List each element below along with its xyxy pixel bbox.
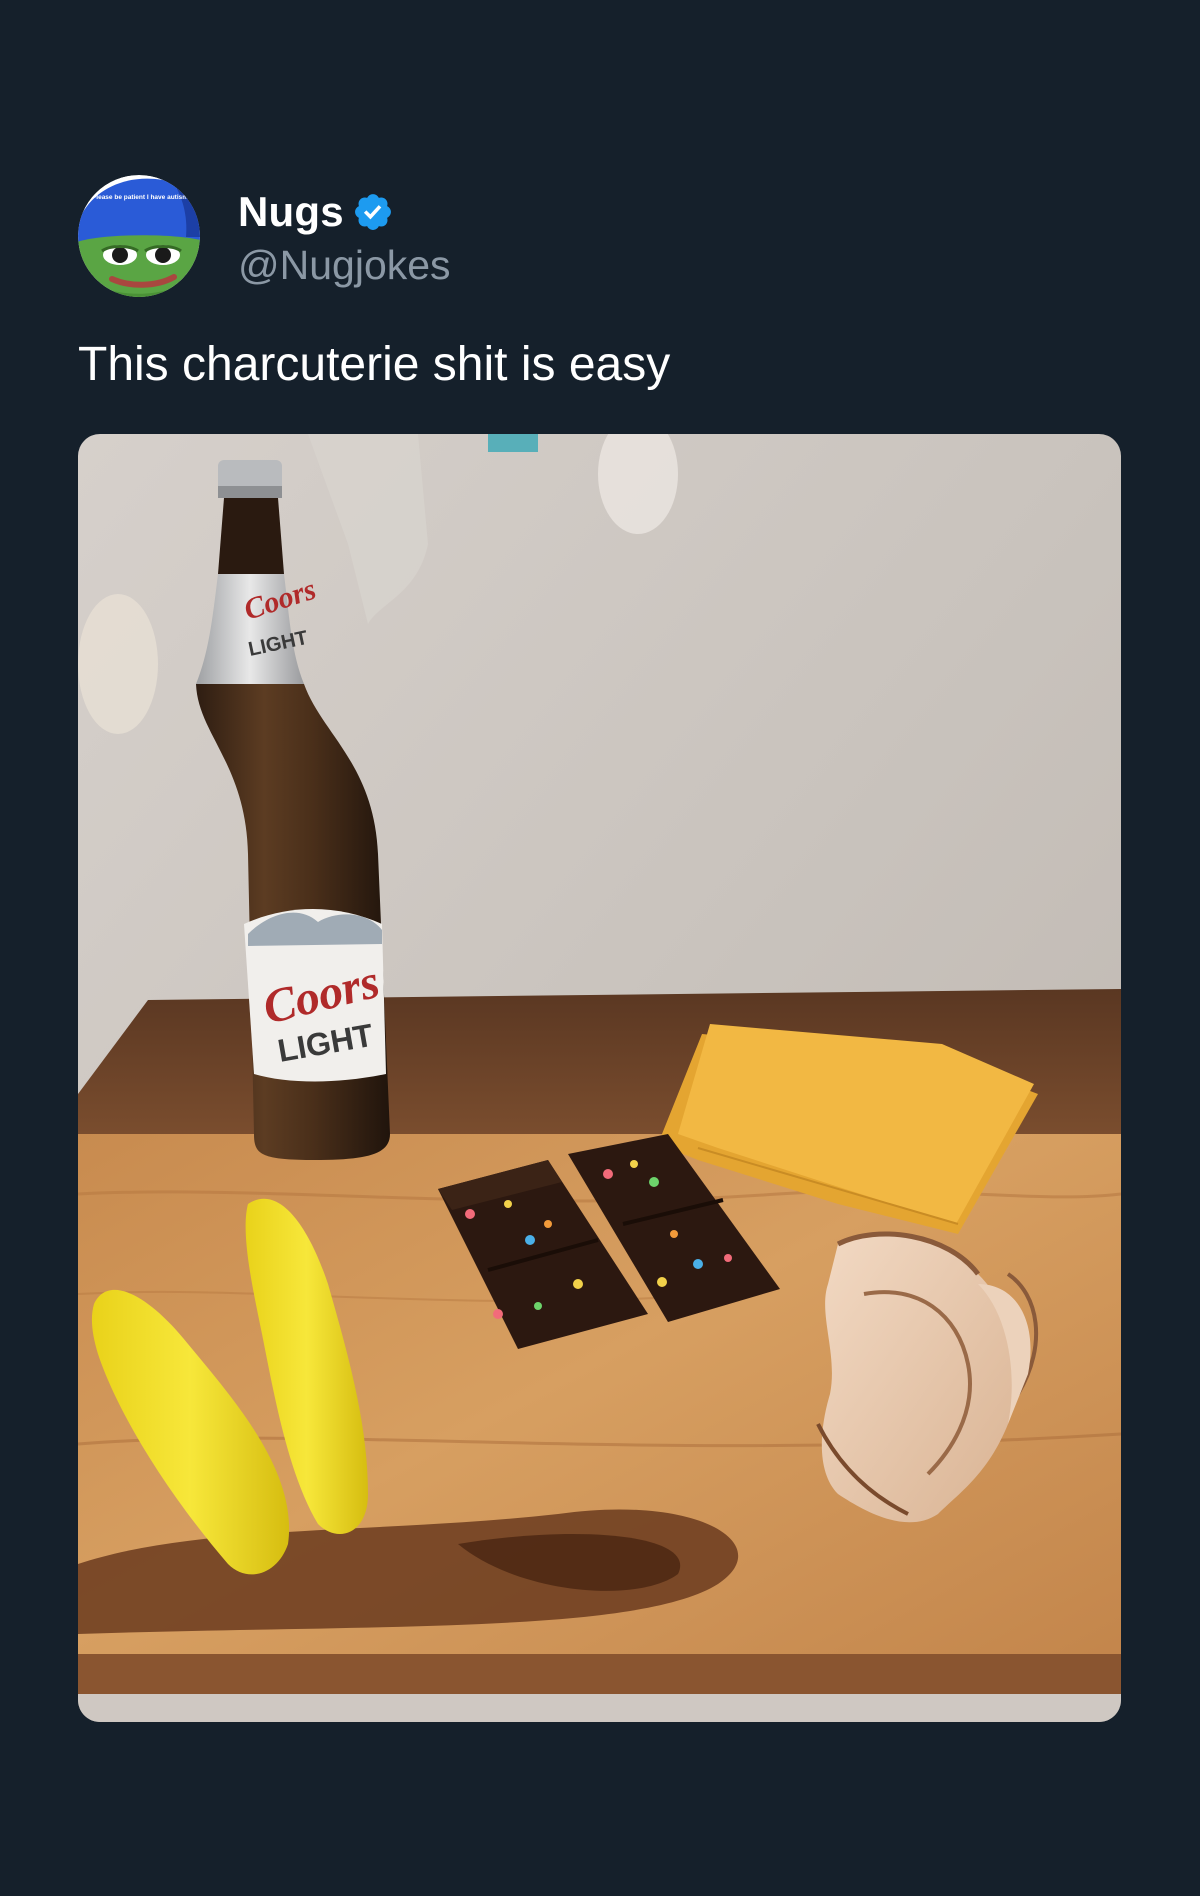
avatar-image: Please be patient I have autism <box>78 175 200 297</box>
tweet-text: This charcuterie shit is easy <box>78 338 671 391</box>
charcuterie-photo: Coors LIGHT Coors LIGHT <box>78 434 1121 1722</box>
author-names: Nugs @Nugjokes <box>238 184 451 289</box>
tweet: Please be patient I have autism Nugs @Nu… <box>0 0 1200 1896</box>
avatar-caption: Please be patient I have autism <box>92 194 188 201</box>
verified-badge-icon <box>352 191 394 233</box>
tweet-media-photo[interactable]: Coors LIGHT Coors LIGHT <box>78 434 1121 1722</box>
avatar[interactable]: Please be patient I have autism <box>78 175 200 297</box>
user-handle[interactable]: @Nugjokes <box>238 242 451 289</box>
tweet-header: Please be patient I have autism Nugs @Nu… <box>78 174 451 298</box>
display-name[interactable]: Nugs <box>238 188 344 236</box>
name-row: Nugs <box>238 184 451 240</box>
